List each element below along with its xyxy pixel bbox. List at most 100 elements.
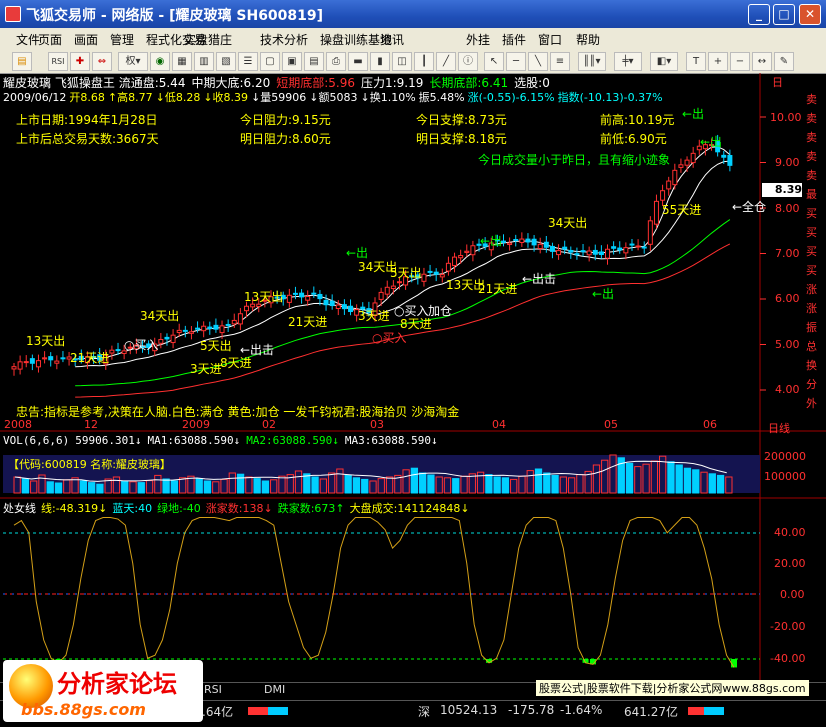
close-button[interactable]: ✕ bbox=[799, 4, 821, 25]
date-tick: 12 bbox=[84, 418, 98, 431]
annotation: 3天进 bbox=[190, 362, 222, 376]
fib-icon[interactable]: ≡ bbox=[550, 52, 570, 71]
volume-bar bbox=[667, 461, 675, 494]
bars-icon[interactable]: ▮ bbox=[370, 52, 390, 71]
quote-tab[interactable]: 卖 bbox=[806, 128, 826, 147]
gann-icon[interactable]: ║║▾ bbox=[578, 52, 606, 71]
toolbar: ▤ RSI ✚ ⇔ 权▾ ◉ ▦ ▥ ▧ ☰ ▢ ▣ ▤ ⎙ ▬ ▮ ◫ ┃ ╱… bbox=[0, 49, 826, 74]
tab-rsi[interactable]: RSI bbox=[204, 683, 222, 696]
quote-tab[interactable]: 涨 bbox=[806, 299, 826, 318]
menu-window[interactable]: 帮助 bbox=[576, 31, 600, 48]
trend-icon[interactable]: ╱ bbox=[436, 52, 456, 71]
quote-tab[interactable]: 振 bbox=[806, 318, 826, 337]
erase-icon[interactable]: ✎ bbox=[774, 52, 794, 71]
menu-file[interactable]: 文件 bbox=[16, 31, 40, 48]
volume-bar bbox=[137, 482, 145, 494]
weight-dropdown[interactable]: 权▾ bbox=[118, 52, 148, 71]
quote-tab[interactable]: 买 bbox=[806, 223, 826, 242]
period-label[interactable]: 日线 bbox=[768, 420, 790, 436]
pointer-icon[interactable]: ↖ bbox=[484, 52, 504, 71]
table-icon[interactable]: ▥ bbox=[194, 52, 214, 71]
quote-tab[interactable]: 总 bbox=[806, 337, 826, 356]
quote-tab[interactable]: 换 bbox=[806, 356, 826, 375]
quote-tab[interactable]: 买 bbox=[806, 204, 826, 223]
rsi-icon[interactable]: RSI bbox=[48, 52, 68, 71]
fit-icon[interactable]: ↔ bbox=[752, 52, 772, 71]
kline-icon[interactable]: ┃ bbox=[414, 52, 434, 71]
promo-link[interactable]: 股票公式|股票软件下载|分析家公式网www.88gs.com bbox=[536, 680, 809, 696]
chart-icon[interactable]: ◉ bbox=[150, 52, 170, 71]
cross-icon[interactable]: ✚ bbox=[70, 52, 90, 71]
draw-icon[interactable]: ◧▾ bbox=[650, 52, 678, 71]
status-amount: 641.27亿 bbox=[624, 705, 678, 719]
channel-icon[interactable]: ╪▾ bbox=[614, 52, 642, 71]
print-icon[interactable]: ⎙ bbox=[326, 52, 346, 71]
volume-bar bbox=[501, 477, 510, 494]
candle-body bbox=[29, 358, 35, 364]
menu-view[interactable]: 画面 bbox=[74, 31, 98, 48]
candle-body bbox=[525, 238, 531, 243]
annotation: 21天进 bbox=[478, 282, 518, 296]
candle-body bbox=[433, 271, 439, 275]
app-icon bbox=[5, 6, 21, 22]
zoom-out-icon[interactable]: − bbox=[730, 52, 750, 71]
tab-dmi[interactable]: DMI bbox=[264, 683, 285, 696]
open-icon[interactable]: ▤ bbox=[12, 52, 32, 71]
candle-body bbox=[225, 323, 231, 326]
volume-bar bbox=[419, 472, 427, 494]
quote-tab[interactable]: 买 bbox=[806, 242, 826, 261]
list-date: 上市日期:1994年1月28日 bbox=[16, 113, 158, 127]
doc-icon[interactable]: ▧ bbox=[216, 52, 236, 71]
quote-tab[interactable]: 涨 bbox=[806, 280, 826, 299]
candle-body bbox=[470, 245, 476, 256]
candle-body bbox=[721, 154, 727, 158]
candle-body bbox=[653, 200, 659, 225]
quote-tab[interactable]: 分 bbox=[806, 375, 826, 394]
volume-bar bbox=[303, 473, 311, 494]
menu-page[interactable]: 页面 bbox=[38, 31, 62, 48]
candle-body bbox=[17, 361, 23, 370]
quote-tab[interactable]: 卖 bbox=[806, 166, 826, 185]
quote-tab[interactable]: 卖 bbox=[806, 147, 826, 166]
quote-tab[interactable]: 卖 bbox=[806, 109, 826, 128]
arrows-icon[interactable]: ⇔ bbox=[92, 52, 112, 71]
maximize-button[interactable]: □ bbox=[773, 4, 795, 25]
trade-days: 上市后总交易天数:3667天 bbox=[16, 132, 159, 146]
menu-program-trade[interactable]: 实盘猎庄 bbox=[184, 31, 232, 48]
text-icon[interactable]: T bbox=[686, 52, 706, 71]
menu-plugin-ext[interactable]: 插件 bbox=[502, 31, 526, 48]
tile-icon[interactable]: ▤ bbox=[304, 52, 324, 71]
menu-training[interactable]: 资讯 bbox=[380, 31, 404, 48]
chart-canvas[interactable] bbox=[0, 73, 826, 726]
volume-bar bbox=[410, 467, 419, 494]
layout-icon[interactable]: ▣ bbox=[282, 52, 302, 71]
price-tick: 7.00 bbox=[775, 247, 800, 260]
menu-news[interactable]: 外挂 bbox=[466, 31, 490, 48]
quote-tab[interactable]: 外 bbox=[806, 394, 826, 413]
hline-icon[interactable]: ─ bbox=[506, 52, 526, 71]
quote-tab[interactable]: 买 bbox=[806, 261, 826, 280]
candle-body bbox=[60, 357, 66, 360]
candle-body bbox=[543, 241, 549, 248]
status-prefix: .64亿 bbox=[202, 705, 234, 719]
quote-tab[interactable]: 最 bbox=[806, 185, 826, 204]
candle-body bbox=[598, 251, 604, 256]
zoom-in-icon[interactable]: + bbox=[708, 52, 728, 71]
info-icon[interactable]: ⓘ bbox=[458, 52, 478, 71]
period-icon[interactable]: ◫ bbox=[392, 52, 412, 71]
candle-body bbox=[244, 305, 250, 312]
quote-tab[interactable]: 卖 bbox=[806, 90, 826, 109]
minimize-button[interactable]: _ bbox=[748, 4, 770, 25]
daily-tab[interactable]: 日 bbox=[772, 74, 783, 90]
menu-hunt[interactable]: 技术分析 bbox=[260, 31, 308, 48]
header-field: 蓝天:40 bbox=[112, 502, 153, 515]
list-icon[interactable]: ☰ bbox=[238, 52, 258, 71]
menu-plugin[interactable]: 窗口 bbox=[538, 31, 562, 48]
window-icon[interactable]: ▢ bbox=[260, 52, 280, 71]
diag-icon[interactable]: ╲ bbox=[528, 52, 548, 71]
volume-bar bbox=[675, 464, 683, 494]
volume-bar bbox=[87, 482, 96, 494]
menu-screen[interactable]: 管理 bbox=[110, 31, 134, 48]
grid-icon[interactable]: ▦ bbox=[172, 52, 192, 71]
save-icon[interactable]: ▬ bbox=[348, 52, 368, 71]
